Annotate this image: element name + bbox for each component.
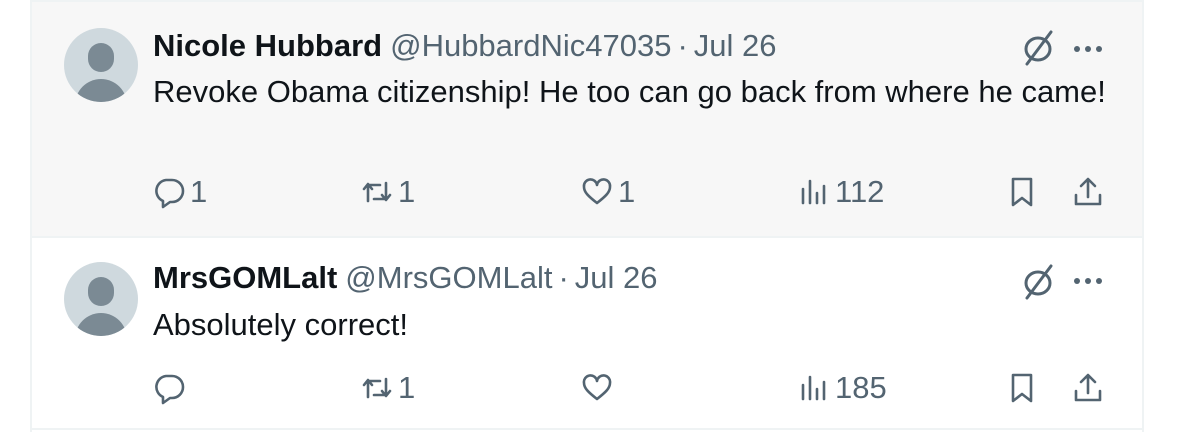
reply-feed: Nicole Hubbard @HubbardNic47035 · Jul 26… xyxy=(30,0,1144,432)
views-icon xyxy=(801,179,826,205)
retweet-icon xyxy=(362,181,392,203)
tweet[interactable]: MrsGOMLalt @MrsGOMLalt · Jul 26 Absolute… xyxy=(32,236,1142,430)
like-button[interactable] xyxy=(580,366,618,410)
views-count: 185 xyxy=(835,370,887,405)
reply-button[interactable] xyxy=(152,366,190,410)
retweet-button[interactable]: 1 xyxy=(360,170,415,214)
tweet[interactable]: Nicole Hubbard @HubbardNic47035 · Jul 26… xyxy=(32,0,1142,236)
share-icon xyxy=(1074,373,1102,402)
avatar[interactable] xyxy=(64,262,138,336)
more-icon[interactable] xyxy=(1068,28,1108,68)
like-button[interactable]: 1 xyxy=(580,170,635,214)
separator-dot: · xyxy=(558,260,569,295)
tweet-header: Nicole Hubbard @HubbardNic47035 · Jul 26 xyxy=(153,26,1112,66)
heart-icon xyxy=(582,374,612,401)
retweet-count: 1 xyxy=(398,174,416,209)
grok-icon[interactable] xyxy=(1020,28,1056,68)
views-icon xyxy=(801,375,826,401)
views-button[interactable]: 112 xyxy=(797,170,884,214)
like-count: 1 xyxy=(618,174,636,209)
author-name[interactable]: Nicole Hubbard xyxy=(153,28,382,64)
tweet-text: Revoke Obama citizenship! He too can go … xyxy=(153,74,1106,109)
retweet-icon xyxy=(362,377,392,399)
retweet-button[interactable]: 1 xyxy=(360,366,415,410)
heart-icon xyxy=(582,178,612,205)
author-name[interactable]: MrsGOMLalt xyxy=(153,260,337,296)
bookmark-button[interactable] xyxy=(1005,366,1039,410)
author-handle[interactable]: @MrsGOMLalt xyxy=(345,260,552,296)
views-count: 112 xyxy=(835,174,885,209)
action-bar: 1 185 xyxy=(152,366,1112,410)
grok-icon[interactable] xyxy=(1020,262,1056,302)
action-bar: 1 1 1 112 xyxy=(152,170,1112,214)
reply-button[interactable]: 1 xyxy=(152,170,207,214)
tweet-header: MrsGOMLalt @MrsGOMLalt · Jul 26 xyxy=(153,258,1112,298)
retweet-count: 1 xyxy=(398,370,416,405)
reply-icon xyxy=(155,374,185,405)
separator-dot: · xyxy=(677,28,688,63)
reply-icon xyxy=(155,178,185,209)
bookmark-button[interactable] xyxy=(1005,170,1039,214)
tweet-date[interactable]: Jul 26 xyxy=(694,28,777,64)
reply-count: 1 xyxy=(190,174,208,209)
bookmark-icon xyxy=(1011,177,1033,207)
share-button[interactable] xyxy=(1071,170,1105,214)
tweet-text: Absolutely correct! xyxy=(153,307,408,342)
more-icon[interactable] xyxy=(1068,260,1108,300)
share-button[interactable] xyxy=(1071,366,1105,410)
tweet-date[interactable]: Jul 26 xyxy=(575,260,658,296)
share-icon xyxy=(1074,177,1102,206)
views-button[interactable]: 185 xyxy=(797,366,887,410)
avatar[interactable] xyxy=(64,28,138,102)
author-handle[interactable]: @HubbardNic47035 xyxy=(390,28,671,64)
bookmark-icon xyxy=(1011,373,1033,403)
